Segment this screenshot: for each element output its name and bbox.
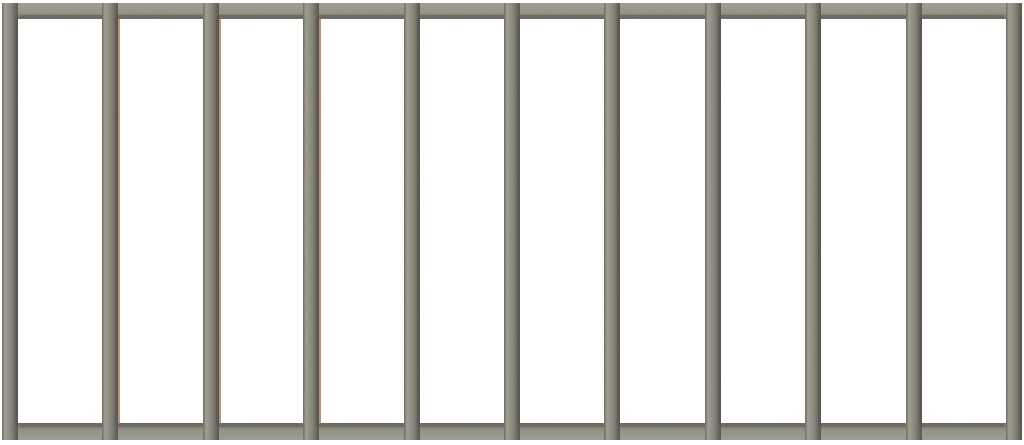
rust-streak xyxy=(219,19,221,424)
rust-streak xyxy=(319,19,321,424)
stud-flange-shadow xyxy=(517,17,520,426)
studs-group xyxy=(2,3,1022,440)
stud-wall-frame xyxy=(0,0,1024,445)
stud-flange-shadow xyxy=(617,17,620,426)
stud-flange-shadow xyxy=(316,17,319,426)
rust-streak xyxy=(118,19,120,424)
stud-flange-shadow xyxy=(216,17,219,426)
stud-flange-shadow xyxy=(718,17,721,426)
stud-flange-shadow xyxy=(15,17,18,426)
stud-flange-shadow xyxy=(115,17,118,426)
frame-group xyxy=(2,3,1022,440)
stud-flange-shadow xyxy=(919,17,922,426)
stud-frame-svg xyxy=(2,3,1022,440)
stud-flange-shadow xyxy=(818,17,821,426)
stud-flange-shadow xyxy=(1019,17,1022,426)
stud-flange-shadow xyxy=(417,17,420,426)
